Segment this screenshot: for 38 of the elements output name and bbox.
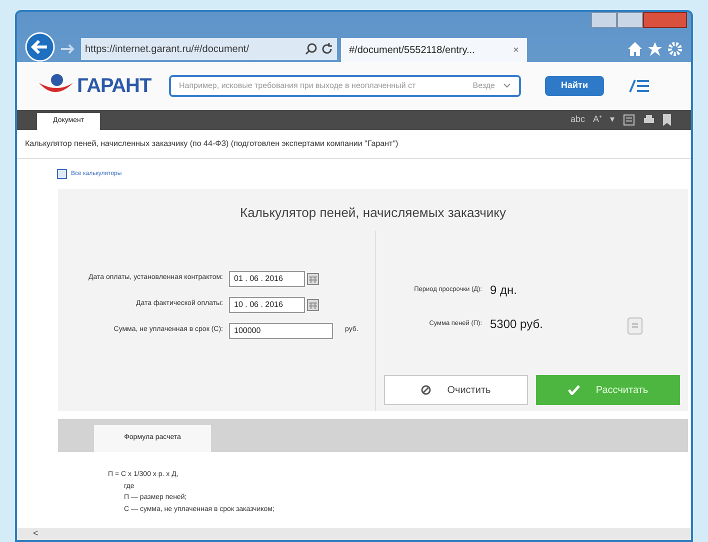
amount-field[interactable]: 100000 [229,322,333,338]
scroll-left-button[interactable]: < [33,527,38,540]
logo-text: ГАРАНТ [77,74,152,99]
toolbar-button[interactable]: ▾ [610,113,615,127]
document-icon[interactable] [623,114,635,126]
result-value: 9 дн. [490,282,517,298]
forward-icon[interactable] [59,42,77,56]
copy-icon[interactable] [627,316,643,334]
star-icon[interactable] [647,41,663,57]
calendar-icon[interactable] [307,298,319,310]
calendar-icon[interactable] [307,272,319,284]
maximize-button[interactable] [617,12,643,28]
date-field[interactable]: 10 . 06 . 2016 [229,296,305,312]
close-button[interactable] [643,12,687,28]
home-icon[interactable] [627,41,643,57]
back-icon[interactable] [25,32,55,62]
search-button[interactable]: Найти [545,76,604,96]
calculator-title: Калькулятор пеней, начисляемых заказчику [239,204,507,222]
toolbar-button[interactable]: abc [570,113,585,127]
toolbar-button[interactable]: A⁺ [592,113,602,127]
minimize-button[interactable] [591,12,617,28]
check-icon [568,385,580,395]
address-text: https://internet.garant.ru/#/document/ [85,42,250,56]
print-icon[interactable] [643,114,655,126]
clear-button[interactable]: Очистить [384,375,528,405]
result-value: 5300 руб. [490,316,543,332]
bookmark-icon[interactable] [663,114,671,126]
refresh-icon[interactable] [321,43,333,55]
address-bar[interactable]: https://internet.garant.ru/#/document/ [81,38,337,60]
search-icon[interactable] [305,43,317,55]
dropdown-icon[interactable] [503,83,511,89]
date-field[interactable]: 01 . 06 . 2016 [229,270,305,286]
document-title: Калькулятор пеней, начисленных заказчику (по 44-ФЗ) (подготовлен экспертами компании "Гарант") [17,130,691,159]
tab-close-button[interactable]: × [513,42,519,58]
settings-icon[interactable] [667,41,683,57]
list-icon[interactable] [628,78,650,94]
browser-tab[interactable]: #/document/5552118/entry... × [341,38,527,62]
clear-icon [421,385,432,395]
